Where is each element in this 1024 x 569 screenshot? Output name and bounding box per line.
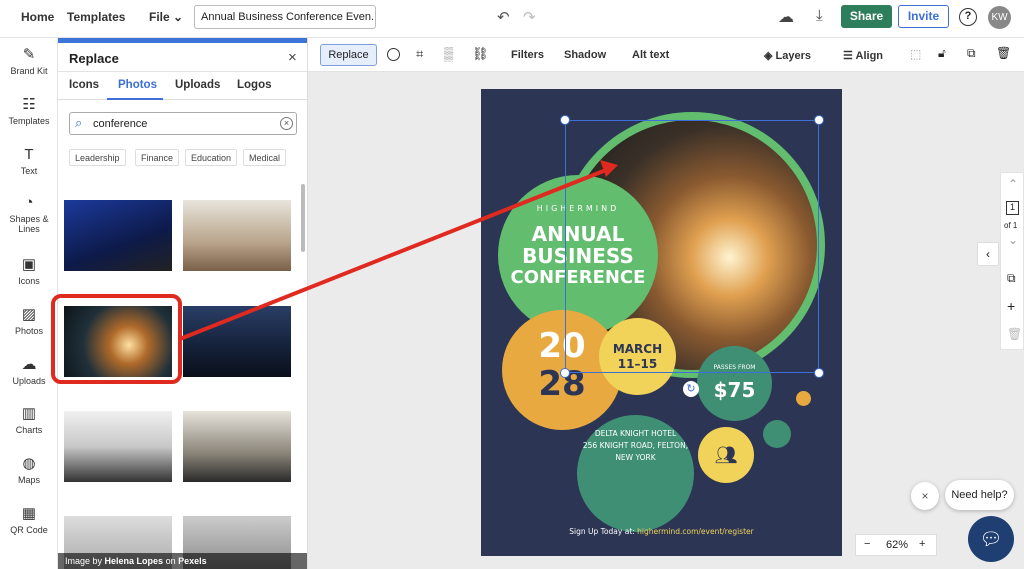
zoom-in-button[interactable]: + — [919, 538, 925, 550]
highlight-arrow — [179, 168, 607, 341]
highlight-overlay — [51, 160, 618, 384]
add-page-icon[interactable]: + — [1007, 298, 1015, 314]
page-number[interactable]: 1 — [1006, 201, 1019, 215]
chat-icon[interactable]: 💬︎ — [968, 516, 1014, 562]
collapse-panel-button[interactable]: ‹ — [977, 242, 999, 266]
arrow-head — [600, 160, 618, 177]
dismiss-help-icon[interactable]: × — [911, 482, 939, 510]
zoom-control: − 62% + — [855, 534, 937, 556]
help-bubble[interactable]: Need help? — [945, 480, 1014, 510]
delete-page-icon[interactable]: 🗑︎ — [1007, 327, 1022, 341]
page-nav-panel: ⌃ 1 of 1 ⌄ ⧉ + 🗑︎ — [1000, 172, 1024, 350]
chevron-left-icon: ‹ — [986, 247, 990, 261]
chevron-up-icon[interactable]: ⌃ — [1008, 177, 1018, 191]
duplicate-page-icon[interactable]: ⧉ — [1007, 271, 1016, 286]
highlight-box — [51, 294, 182, 384]
chevron-down-icon[interactable]: ⌄ — [1008, 233, 1018, 247]
page-count: of 1 — [1004, 221, 1018, 230]
zoom-value[interactable]: 62% — [886, 539, 908, 551]
zoom-out-button[interactable]: − — [864, 538, 870, 550]
